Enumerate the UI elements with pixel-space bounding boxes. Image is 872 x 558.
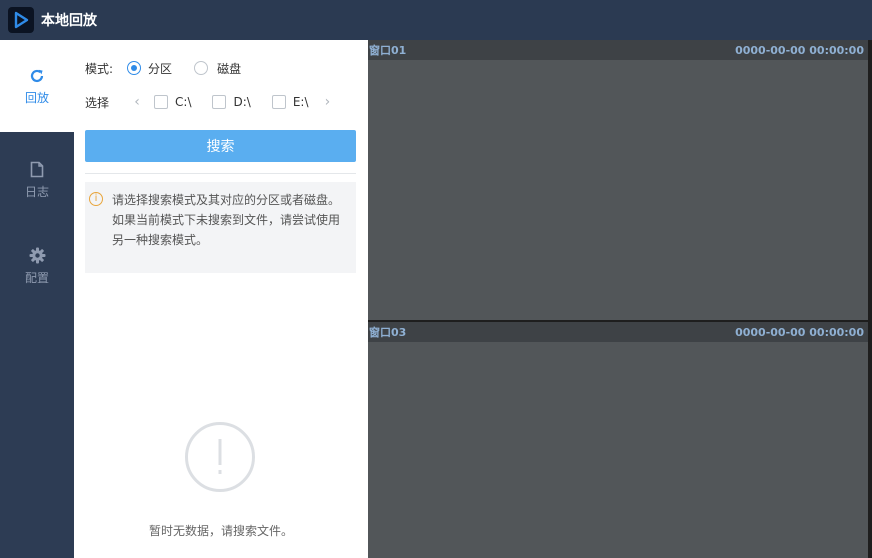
video-window-header: 窗口03 0000-00-00 00:00:00 [368,322,868,342]
video-area: 窗口01 0000-00-00 00:00:00 窗口03 0000-00-00… [368,40,872,558]
video-window-timestamp: 0000-00-00 00:00:00 [735,43,864,57]
empty-state-icon [185,422,255,492]
info-notice: i 请选择搜索模式及其对应的分区或者磁盘。如果当前模式下未搜索到文件，请尝试使用… [85,182,356,273]
video-window-name: 窗口03 [369,326,407,339]
search-panel: 模式: 分区 磁盘 选择 ‹ C:\ D:\ E:\ › 搜索 i 请选择搜索模… [74,40,368,558]
radio-disk[interactable] [194,61,209,75]
radio-partition-label[interactable]: 分区 [148,60,172,77]
app-title: 本地回放 [41,13,97,29]
video-window-timestamp: 0000-00-00 00:00:00 [735,325,864,339]
info-icon: i [89,192,103,206]
refresh-icon [28,67,46,85]
radio-disk-label[interactable]: 磁盘 [217,60,241,77]
drive-e-label[interactable]: E:\ [293,95,309,109]
video-window-01[interactable]: 窗口01 0000-00-00 00:00:00 [368,40,868,320]
mode-row: 模式: 分区 磁盘 [85,58,241,78]
drive-d-label[interactable]: D:\ [233,95,250,109]
side-nav: 回放 日志 配置 [0,40,74,558]
drive-c-checkbox[interactable] [154,95,169,109]
nav-item-log[interactable]: 日志 [0,134,74,226]
drive-d-checkbox[interactable] [212,95,227,109]
nav-item-config[interactable]: 配置 [0,220,74,312]
video-window-header: 窗口01 0000-00-00 00:00:00 [368,40,868,60]
notice-text: 请选择搜索模式及其对应的分区或者磁盘。如果当前模式下未搜索到文件，请尝试使用另一… [112,193,341,247]
video-window-03[interactable]: 窗口03 0000-00-00 00:00:00 [368,322,868,558]
document-icon [28,161,46,179]
select-label: 选择 [85,95,110,110]
chevron-right-icon[interactable]: › [320,94,334,110]
radio-partition[interactable] [127,61,142,75]
mode-label: 模式: [85,61,114,76]
drive-select-row: 选择 ‹ C:\ D:\ E:\ › [85,92,359,112]
nav-item-playback[interactable]: 回放 [0,40,74,132]
drive-e-checkbox[interactable] [271,95,286,109]
video-window-name: 窗口01 [369,44,407,57]
gear-icon [28,247,46,265]
drive-c-label[interactable]: C:\ [175,95,191,109]
divider [85,173,356,174]
empty-state-text: 暂时无数据，请搜索文件。 [148,524,293,538]
title-bar: 本地回放 [0,0,872,40]
chevron-left-icon[interactable]: ‹ [130,94,144,110]
nav-label-playback: 回放 [24,90,49,105]
nav-label-log: 日志 [24,184,49,199]
nav-label-config: 配置 [24,270,49,285]
app-logo-icon [8,7,34,33]
search-button[interactable]: 搜索 [85,130,356,162]
